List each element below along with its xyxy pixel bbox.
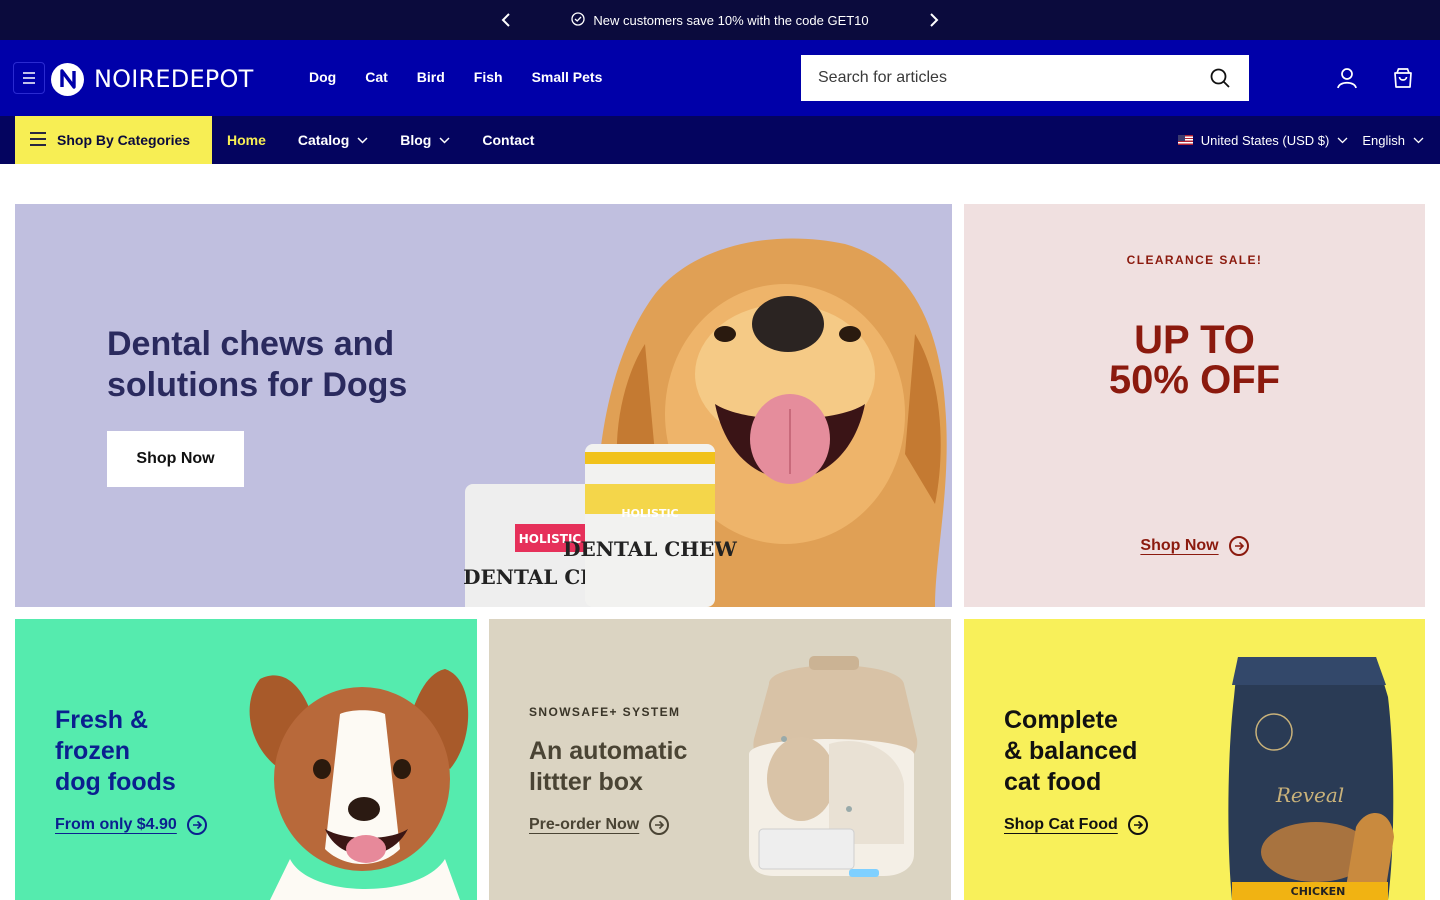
card-litter-box-title-line1: An automatic: [529, 737, 688, 765]
card-dog-foods-title-line1: Fresh &: [55, 706, 149, 734]
language-label: English: [1362, 132, 1405, 148]
cat-food-bag-image: Reveal CHICKEN: [1228, 657, 1394, 900]
hero-banner: HOLISTIC DENTAL CHEW HOLISTIC DENTAL CHE…: [15, 204, 952, 607]
nav-cat[interactable]: Cat: [365, 69, 388, 85]
promo-headline: UP TO 50% OFF: [964, 320, 1425, 400]
country-label: United States (USD $): [1200, 132, 1330, 148]
card-dog-foods-title-line2: frozen: [55, 737, 130, 765]
nav-bird[interactable]: Bird: [417, 69, 445, 85]
arrow-circle-right-icon: [1127, 815, 1148, 835]
menu-icon: [29, 131, 47, 149]
card-cat-food-title: Complete & balanced cat food: [1004, 705, 1137, 798]
chevron-right-icon[interactable]: [923, 9, 945, 31]
nav-contact[interactable]: Contact: [482, 132, 534, 148]
promo-shop-now-link[interactable]: Shop Now: [964, 536, 1425, 556]
nav-contact-label: Contact: [482, 132, 535, 148]
arrow-circle-right-icon: [186, 815, 207, 835]
promo-headline-line2: 50% OFF: [1108, 358, 1281, 402]
nav-dog[interactable]: Dog: [309, 69, 336, 85]
hero-title: Dental chews and solutions for Dogs: [107, 325, 408, 404]
nav-blog-label: Blog: [400, 132, 432, 148]
site-header: NOIREDEPOT Dog Cat Bird Fish Small Pets: [0, 40, 1440, 116]
shop-by-categories-button[interactable]: Shop By Categories: [15, 116, 212, 164]
card-dog-foods-title-line3: dog foods: [55, 768, 176, 796]
card-cat-food: Reveal CHICKEN Complete & balanced cat f…: [964, 619, 1425, 900]
chevron-left-icon[interactable]: [495, 9, 517, 31]
secondary-nav: Shop By Categories Home Catalog Blog Con…: [0, 116, 1440, 164]
litter-box-image: [749, 656, 918, 877]
clearance-promo: CLEARANCE SALE! UP TO 50% OFF Shop Now: [964, 204, 1425, 607]
chevron-down-icon: [357, 136, 368, 144]
card-cat-food-title-line2: & balanced: [1004, 737, 1138, 765]
promo-kicker: CLEARANCE SALE!: [1126, 253, 1263, 267]
locale-selectors: United States (USD $) English: [1177, 116, 1424, 164]
promo-cta-label: Shop Now: [1140, 537, 1219, 554]
search-icon[interactable]: [1209, 67, 1231, 89]
nav-home[interactable]: Home: [227, 132, 266, 148]
card-litter-box-title-line2: littter box: [529, 768, 643, 796]
card-cat-food-title-line1: Complete: [1004, 706, 1118, 734]
cart-icon[interactable]: [1391, 66, 1415, 90]
card-litter-box-link[interactable]: Pre-order Now: [529, 815, 670, 835]
secondary-links: Home Catalog Blog Contact: [227, 116, 566, 164]
card-cat-food-cta-label: Shop Cat Food: [1004, 816, 1118, 833]
bag-brand: Reveal: [1275, 783, 1344, 807]
pack-label-3: HOLISTIC: [621, 507, 678, 520]
logo[interactable]: NOIREDEPOT: [51, 62, 253, 96]
dog-image: [249, 669, 469, 900]
shop-by-categories-label: Shop By Categories: [57, 132, 191, 148]
nav-home-label: Home: [227, 132, 266, 148]
card-litter-box-kicker: SNOWSAFE+ SYSTEM: [529, 705, 681, 719]
nav-catalog[interactable]: Catalog: [298, 132, 368, 148]
nav-catalog-label: Catalog: [297, 132, 350, 148]
us-flag-icon: [1177, 135, 1193, 145]
search-box: [801, 55, 1249, 101]
card-dog-foods: Fresh & frozen dog foods From only $4.90: [15, 619, 477, 900]
promo-headline-line1: UP TO: [1134, 318, 1255, 362]
dog-product-image: HOLISTIC DENTAL CHEW HOLISTIC DENTAL CHE…: [463, 238, 947, 607]
primary-nav: Dog Cat Bird Fish Small Pets: [309, 69, 631, 85]
chevron-down-icon: [1337, 137, 1348, 143]
menu-icon[interactable]: [13, 62, 45, 94]
user-icon[interactable]: [1335, 66, 1359, 90]
search-input[interactable]: [818, 69, 1198, 87]
logo-mark-icon: [51, 62, 84, 96]
card-dog-foods-cta-label: From only $4.90: [55, 816, 177, 833]
nav-blog[interactable]: Blog: [400, 132, 450, 148]
check-badge-icon: [571, 11, 585, 29]
hero-shop-now-button[interactable]: Shop Now: [107, 431, 244, 487]
chevron-down-icon: [1413, 137, 1424, 143]
card-litter-box: SNOWSAFE+ SYSTEM An automatic littter bo…: [489, 619, 951, 900]
logo-text: NOIREDEPOT: [94, 65, 254, 93]
announcement-bar: New customers save 10% with the code GET…: [0, 0, 1440, 40]
country-selector[interactable]: United States (USD $): [1177, 132, 1349, 148]
card-litter-box-cta-label: Pre-order Now: [529, 816, 640, 833]
pack-label-4: DENTAL CHEW: [563, 537, 737, 561]
nav-fish[interactable]: Fish: [474, 69, 503, 85]
card-litter-box-title: An automatic littter box: [529, 736, 687, 798]
announcement-text: New customers save 10% with the code GET…: [593, 12, 869, 28]
nav-small-pets[interactable]: Small Pets: [532, 69, 603, 85]
arrow-circle-right-icon: [649, 815, 670, 835]
bag-flavor: CHICKEN: [1291, 885, 1346, 898]
card-cat-food-title-line3: cat food: [1004, 768, 1102, 796]
chevron-down-icon: [439, 136, 450, 144]
arrow-circle-right-icon: [1228, 536, 1249, 556]
card-cat-food-link[interactable]: Shop Cat Food: [1004, 815, 1148, 835]
card-dog-foods-link[interactable]: From only $4.90: [55, 815, 207, 835]
card-dog-foods-title: Fresh & frozen dog foods: [55, 705, 176, 798]
language-selector[interactable]: English: [1362, 133, 1424, 148]
announcement-message: New customers save 10% with the code GET…: [571, 11, 869, 29]
